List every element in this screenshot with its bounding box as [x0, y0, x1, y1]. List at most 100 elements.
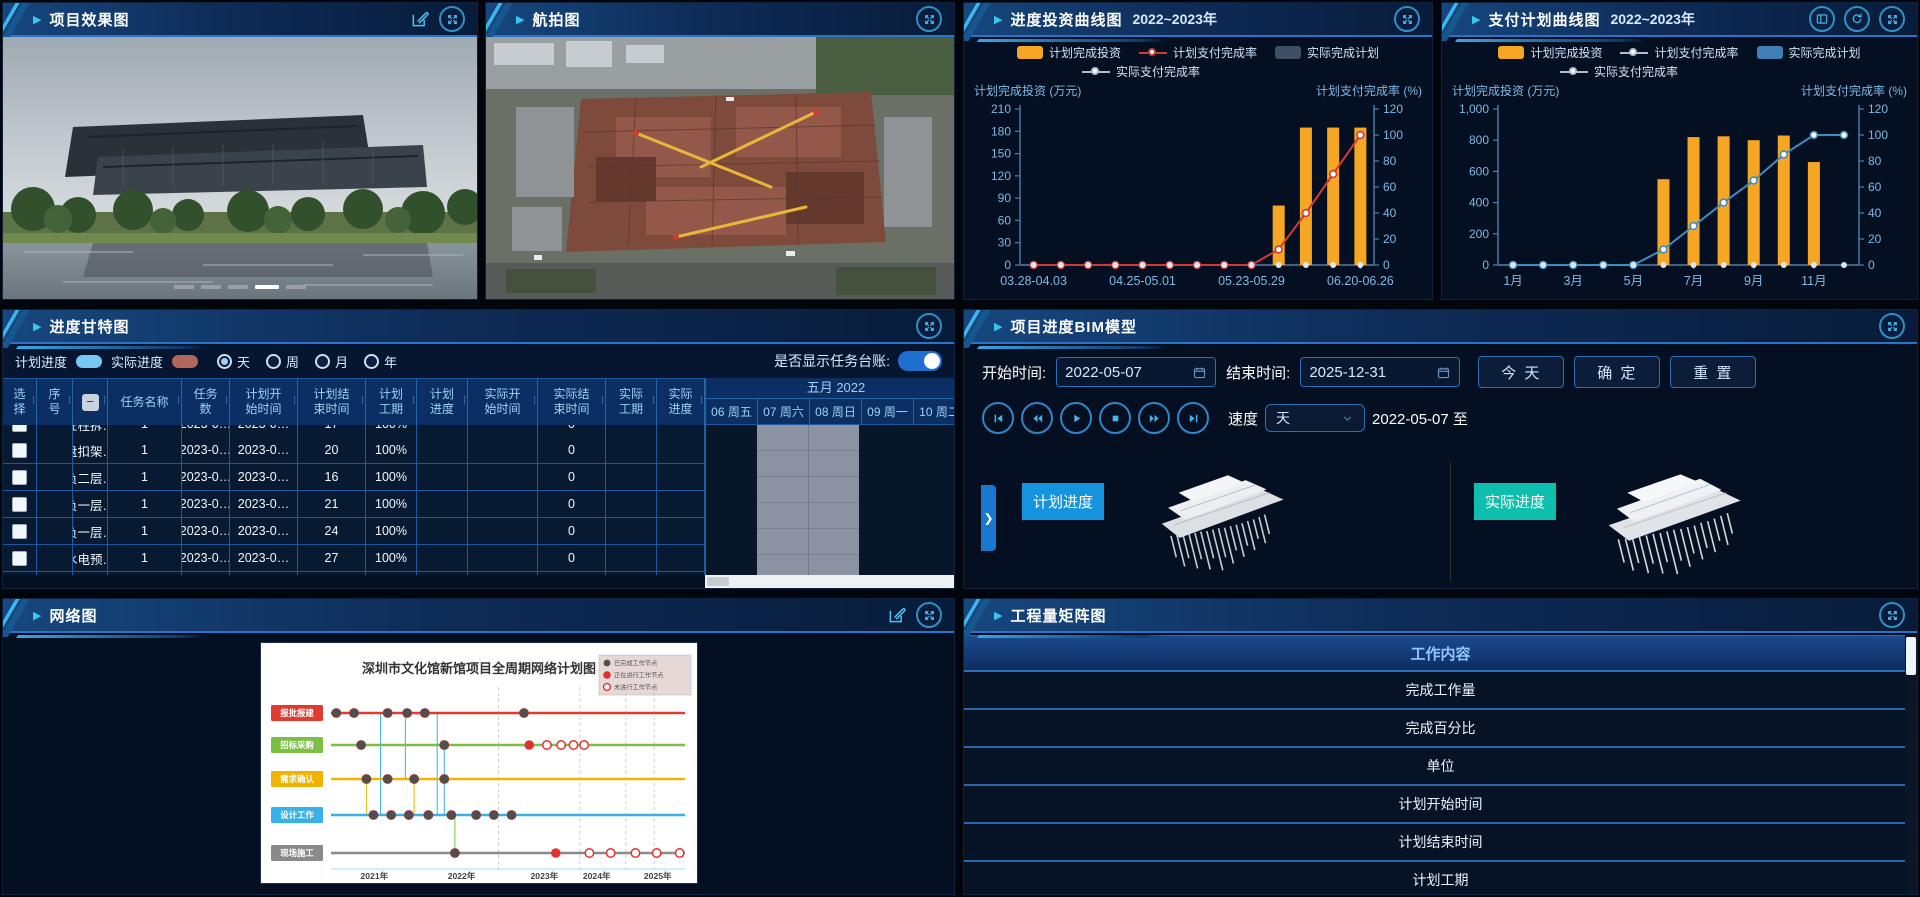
radio-月[interactable]: 月: [315, 352, 348, 371]
chart-legend-row2[interactable]: 实际支付完成率: [1442, 63, 1917, 80]
expand-icon[interactable]: [1879, 6, 1905, 32]
title-arrow-icon: ▶: [516, 13, 524, 26]
legend-item[interactable]: 实际完成计划: [1757, 44, 1861, 61]
chart-legend[interactable]: 计划完成投资 计划支付完成率 实际完成计划: [1442, 44, 1917, 61]
row-checkbox[interactable]: [12, 497, 27, 512]
carousel-dot[interactable]: [174, 285, 194, 289]
horizontal-scrollbar[interactable]: [705, 575, 954, 588]
radio-circle-icon[interactable]: [364, 354, 379, 369]
row-checkbox[interactable]: [12, 425, 27, 432]
play-icon[interactable]: [1060, 402, 1092, 434]
chart-legend[interactable]: 计划完成投资 计划支付完成率 实际完成计划: [964, 44, 1432, 61]
expand-icon[interactable]: [1879, 313, 1905, 339]
fast-forward-icon[interactable]: [1138, 402, 1170, 434]
side-drawer-tab[interactable]: ❯: [981, 485, 996, 551]
table-cell: 2023-0…: [230, 545, 298, 571]
checkbox-cell: [3, 545, 37, 571]
table-row[interactable]: 负二层…12023-0…2023-0…16100%0: [3, 464, 705, 491]
matrix-row[interactable]: 完成工作量: [964, 672, 1917, 710]
bim-model-plan[interactable]: [1134, 460, 1319, 575]
matrix-scrollbar[interactable]: [1905, 635, 1917, 894]
svg-text:正在进行工作节点: 正在进行工作节点: [614, 671, 664, 679]
carousel-indicator[interactable]: [174, 285, 306, 289]
carousel-dot[interactable]: [228, 285, 248, 289]
table-row[interactable]: 盘扣架…12023-0…2023-0…20100%0: [3, 437, 705, 464]
start-date-input[interactable]: 2022-05-07: [1056, 357, 1216, 387]
ledger-toggle[interactable]: [898, 351, 942, 371]
title-arrow-icon: ▶: [994, 13, 1002, 26]
header-accent: [486, 2, 512, 41]
table-row[interactable]: 水电预…12023-0…2023-0…27100%0: [3, 545, 705, 572]
horizontal-scrollbar-thumb[interactable]: [707, 577, 729, 586]
row-checkbox[interactable]: [12, 551, 27, 566]
expand-icon[interactable]: [916, 602, 942, 628]
calendar-icon: [1436, 365, 1451, 380]
table-cell: [468, 437, 538, 463]
legend-item[interactable]: 计划支付完成率: [1620, 44, 1738, 61]
expand-icon[interactable]: [1394, 6, 1420, 32]
matrix-row[interactable]: 计划结束时间: [964, 824, 1917, 862]
radio-年[interactable]: 年: [364, 352, 397, 371]
split-window-icon[interactable]: [1809, 6, 1835, 32]
edit-icon[interactable]: [887, 605, 907, 625]
skip-end-icon[interactable]: [1177, 402, 1209, 434]
legend-item[interactable]: 实际支付完成率: [1082, 63, 1200, 80]
edit-icon[interactable]: [410, 9, 430, 29]
actual-progress-badge[interactable]: 实际进度: [1474, 483, 1556, 520]
matrix-scrollbar-thumb[interactable]: [1906, 637, 1916, 675]
table-row[interactable]: 砼柱拆…12023-0…2023-0…17100%0: [3, 425, 705, 437]
legend-item[interactable]: 计划完成投资: [1498, 44, 1602, 61]
construction-aerial-image: [486, 37, 954, 299]
matrix-row[interactable]: 单位: [964, 748, 1917, 786]
expand-icon[interactable]: [1879, 602, 1905, 628]
radio-天[interactable]: 天: [217, 352, 250, 371]
speed-select[interactable]: 天: [1265, 404, 1365, 432]
skip-start-icon[interactable]: [982, 402, 1014, 434]
expand-icon[interactable]: [916, 313, 942, 339]
end-date-input[interactable]: 2025-12-31: [1300, 357, 1460, 387]
carousel-dot[interactable]: [201, 285, 221, 289]
matrix-row[interactable]: 计划工期: [964, 862, 1917, 895]
bim-playback-controls: 速度 天 2022-05-07 至: [964, 402, 1917, 434]
row-checkbox[interactable]: [12, 524, 27, 539]
legend-item[interactable]: 实际完成计划: [1275, 44, 1379, 61]
table-cell: [657, 437, 705, 463]
row-checkbox[interactable]: [12, 443, 27, 458]
row-checkbox[interactable]: [12, 470, 27, 485]
right-axis-title: 计划支付完成率 (%): [1316, 82, 1422, 99]
svg-text:2025年: 2025年: [643, 870, 671, 881]
radio-circle-icon[interactable]: [315, 354, 330, 369]
matrix-row[interactable]: 完成百分比: [964, 710, 1917, 748]
svg-text:06.20-06.26: 06.20-06.26: [1327, 274, 1394, 288]
chart-legend-row2[interactable]: 实际支付完成率: [964, 63, 1432, 80]
legend-item[interactable]: 计划支付完成率: [1139, 44, 1257, 61]
matrix-row[interactable]: 计划开始时间: [964, 786, 1917, 824]
radio-circle-icon[interactable]: [217, 354, 232, 369]
column-header: 序 号: [37, 379, 73, 425]
bim-model-actual[interactable]: [1579, 458, 1779, 578]
title-arrow-icon: ▶: [994, 609, 1002, 622]
panel-subtitle: 2022~2023年: [1610, 9, 1694, 29]
carousel-dot[interactable]: [255, 285, 279, 289]
column-header: 实际结 束时间: [538, 379, 606, 425]
legend-item[interactable]: 实际支付完成率: [1560, 63, 1678, 80]
carousel-dot[interactable]: [286, 285, 306, 289]
plan-progress-badge[interactable]: 计划进度: [1022, 483, 1104, 520]
today-button[interactable]: 今 天: [1478, 356, 1564, 388]
radio-circle-icon[interactable]: [266, 354, 281, 369]
confirm-button[interactable]: 确 定: [1574, 356, 1660, 388]
rewind-icon[interactable]: [1021, 402, 1053, 434]
table-row[interactable]: 负一层…12023-0…2023-0…21100%0: [3, 491, 705, 518]
refresh-icon[interactable]: [1844, 6, 1870, 32]
reset-button[interactable]: 重 置: [1670, 356, 1756, 388]
expand-icon[interactable]: [916, 6, 942, 32]
table-row[interactable]: [3, 572, 705, 575]
expand-icon[interactable]: [439, 6, 465, 32]
table-row[interactable]: 负一层…12023-0…2023-0…24100%0: [3, 518, 705, 545]
matrix-header-row[interactable]: 工作内容: [964, 635, 1917, 672]
collapse-all-button[interactable]: −: [82, 394, 99, 411]
legend-item[interactable]: 计划完成投资: [1017, 44, 1121, 61]
stop-icon[interactable]: [1099, 402, 1131, 434]
table-cell: [468, 491, 538, 517]
radio-周[interactable]: 周: [266, 352, 299, 371]
